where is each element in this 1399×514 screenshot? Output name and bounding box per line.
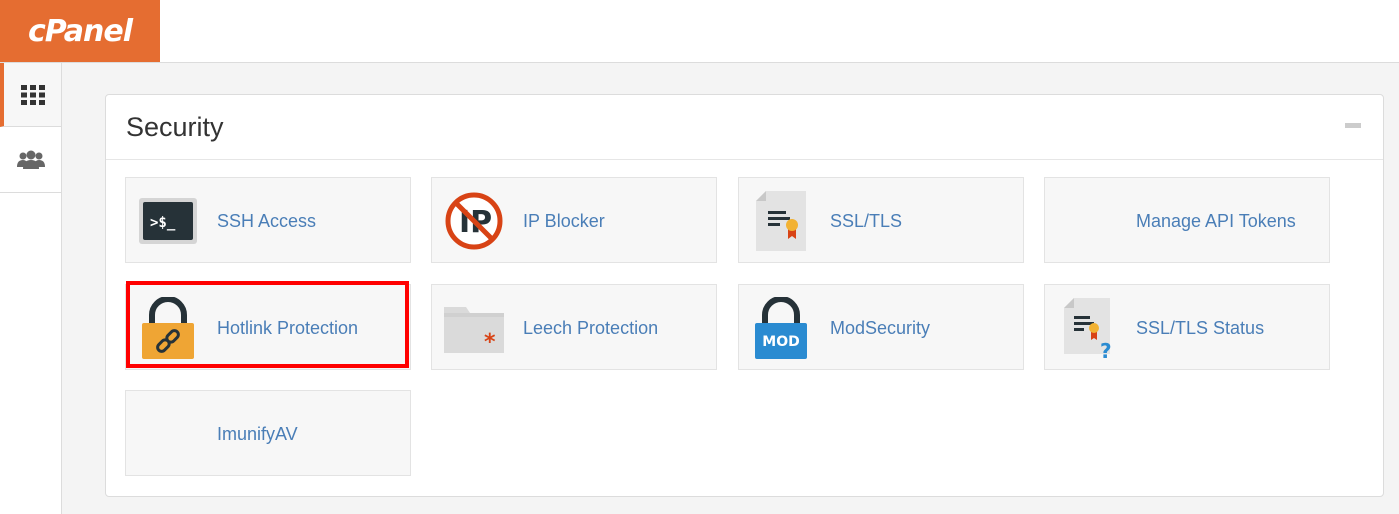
tool-ssh-access[interactable]: >$_ SSH Access bbox=[125, 177, 411, 263]
collapse-icon[interactable] bbox=[1345, 123, 1361, 128]
tool-label: Manage API Tokens bbox=[1136, 211, 1296, 231]
tool-label: Leech Protection bbox=[523, 318, 659, 338]
terminal-icon: >$_ bbox=[138, 191, 198, 251]
section-title: Security bbox=[126, 112, 224, 142]
ip-blocked-icon: IP bbox=[444, 191, 504, 251]
tool-label: SSL/TLS Status bbox=[1136, 318, 1265, 338]
tool-modsecurity[interactable]: MOD ModSecurity bbox=[738, 284, 1024, 370]
certificate-icon bbox=[751, 191, 811, 251]
svg-text:*: * bbox=[484, 330, 496, 353]
tool-label: IP Blocker bbox=[523, 211, 605, 231]
sidebar-item-users[interactable] bbox=[0, 128, 61, 193]
tool-leech-protection[interactable]: * Leech Protection bbox=[431, 284, 717, 370]
tool-manage-api-tokens[interactable]: Manage API Tokens bbox=[1044, 177, 1330, 263]
padlock-mod-icon: MOD bbox=[751, 297, 811, 359]
cpanel-logo[interactable]: cPanel bbox=[0, 0, 160, 62]
padlock-link-icon bbox=[138, 297, 198, 359]
sidebar-item-tools[interactable] bbox=[0, 63, 61, 127]
svg-text:?: ? bbox=[1100, 339, 1112, 358]
svg-text:>$_: >$_ bbox=[150, 215, 176, 231]
tool-ip-blocker[interactable]: IP IP Blocker bbox=[431, 177, 717, 263]
tool-hotlink-protection[interactable]: Hotlink Protection bbox=[125, 284, 411, 370]
tool-ssl-tls[interactable]: SSL/TLS bbox=[738, 177, 1024, 263]
users-icon bbox=[16, 150, 45, 169]
tool-ssl-tls-status[interactable]: ? SSL/TLS Status bbox=[1044, 284, 1330, 370]
tool-label: SSL/TLS bbox=[830, 211, 903, 231]
certificate-question-icon: ? bbox=[1057, 298, 1117, 358]
tool-label: ModSecurity bbox=[830, 318, 931, 338]
tool-label: SSH Access bbox=[217, 211, 317, 231]
top-bar: cPanel bbox=[0, 0, 1399, 63]
tool-label: Hotlink Protection bbox=[217, 318, 359, 338]
tool-label: ImunifyAV bbox=[217, 424, 298, 444]
grid-icon bbox=[20, 84, 45, 105]
panel-header: Security bbox=[106, 95, 1383, 160]
folder-asterisk-icon: * bbox=[444, 298, 504, 358]
tool-imunifyav[interactable]: ImunifyAV bbox=[125, 390, 411, 476]
sidebar bbox=[0, 63, 62, 514]
mod-badge-text: MOD bbox=[762, 334, 799, 350]
